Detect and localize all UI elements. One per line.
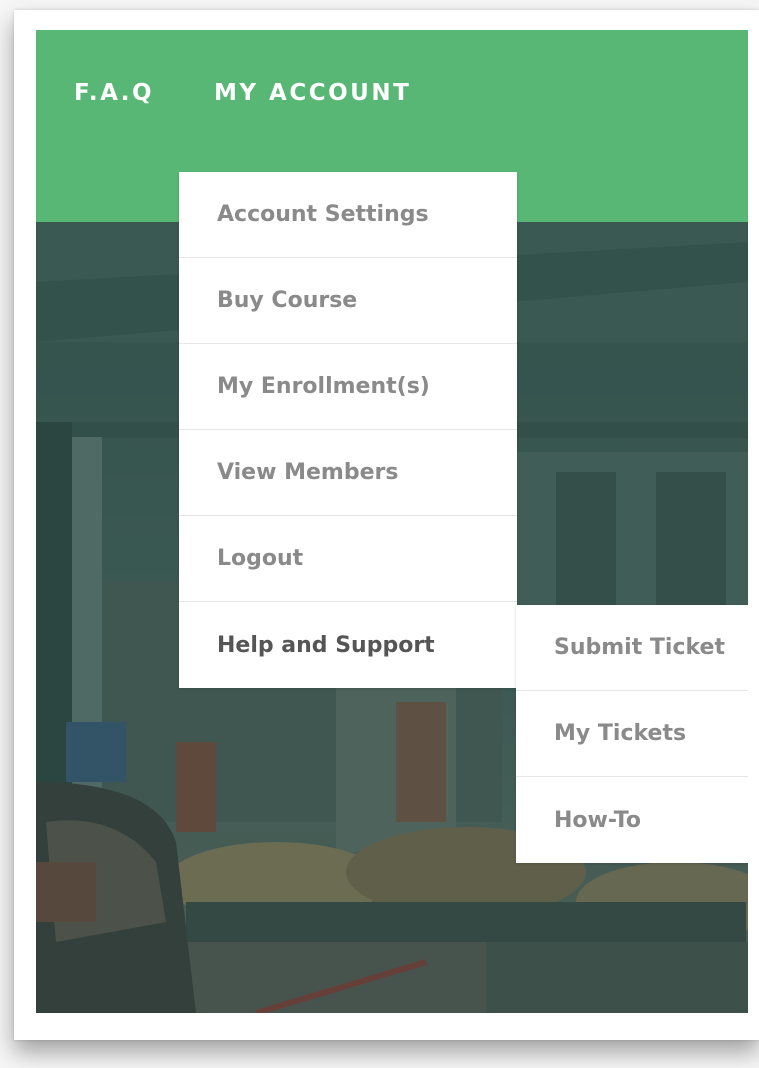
screenshot-frame: F.A.Q MY ACCOUNT Account Settings Buy Co…	[0, 0, 759, 1068]
site-viewport: F.A.Q MY ACCOUNT Account Settings Buy Co…	[36, 30, 748, 1013]
menu-item-view-members[interactable]: View Members	[179, 430, 517, 516]
submenu-item-my-tickets[interactable]: My Tickets	[516, 691, 748, 777]
nav-link-faq[interactable]: F.A.Q	[74, 80, 154, 106]
nav-link-my-account[interactable]: MY ACCOUNT	[214, 80, 411, 106]
menu-item-logout[interactable]: Logout	[179, 516, 517, 602]
menu-item-account-settings[interactable]: Account Settings	[179, 172, 517, 258]
menu-item-my-enrollments[interactable]: My Enrollment(s)	[179, 344, 517, 430]
submenu-item-how-to[interactable]: How-To	[516, 777, 748, 863]
my-account-dropdown: Account Settings Buy Course My Enrollmen…	[179, 172, 517, 688]
menu-item-buy-course[interactable]: Buy Course	[179, 258, 517, 344]
submenu-item-submit-ticket[interactable]: Submit Ticket	[516, 605, 748, 691]
help-support-submenu: Submit Ticket My Tickets How-To	[516, 605, 748, 863]
menu-item-help-and-support[interactable]: Help and Support	[179, 602, 517, 688]
